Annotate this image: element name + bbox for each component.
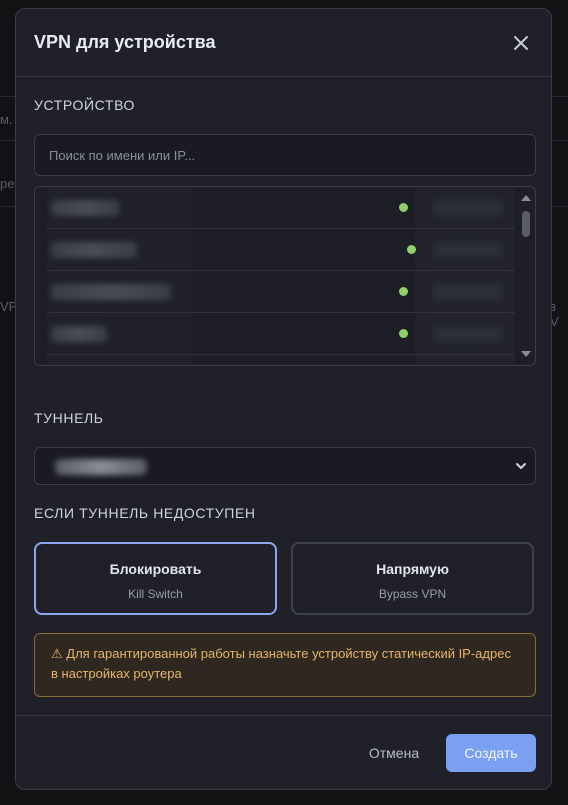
- scroll-up-arrow-icon[interactable]: [521, 195, 531, 201]
- chevron-down-icon: [516, 463, 526, 469]
- device-section-label: УСТРОЙСТВО: [34, 97, 136, 113]
- online-status-dot: [399, 287, 408, 296]
- fallback-section-label: ЕСЛИ ТУННЕЛЬ НЕДОСТУПЕН: [34, 505, 256, 521]
- device-name-redacted: [51, 326, 107, 342]
- device-list[interactable]: [34, 186, 536, 366]
- device-row[interactable]: [47, 313, 515, 355]
- static-ip-warning: ⚠ Для гарантированной работы назначьте у…: [34, 633, 536, 697]
- option-title: Напрямую: [376, 561, 449, 577]
- warning-icon: ⚠: [51, 646, 63, 661]
- device-name-redacted: [51, 200, 119, 216]
- device-row[interactable]: [47, 271, 515, 313]
- device-ip-redacted: [433, 242, 503, 258]
- device-name-redacted: [51, 242, 137, 258]
- device-name-redacted: [51, 284, 171, 300]
- option-title: Блокировать: [109, 561, 202, 577]
- scroll-down-arrow-icon[interactable]: [521, 351, 531, 357]
- dialog-footer: Отмена Создать: [16, 715, 551, 789]
- vpn-device-dialog: VPN для устройства УСТРОЙСТВО Поиск по и…: [15, 8, 552, 790]
- device-ip-redacted: [433, 200, 503, 216]
- device-ip-redacted: [433, 284, 503, 300]
- dialog-header: VPN для устройства: [16, 9, 551, 77]
- option-block-kill-switch[interactable]: Блокировать Kill Switch: [34, 542, 277, 615]
- online-status-dot: [399, 203, 408, 212]
- cancel-button[interactable]: Отмена: [356, 734, 432, 772]
- background-text: з V: [550, 299, 559, 329]
- background-text: ре: [0, 176, 15, 191]
- option-direct-bypass[interactable]: Напрямую Bypass VPN: [291, 542, 534, 615]
- close-button[interactable]: [509, 31, 533, 55]
- background-text: м.: [0, 112, 13, 127]
- online-status-dot: [399, 329, 408, 338]
- scroll-thumb[interactable]: [522, 211, 530, 237]
- device-list-scrollbar[interactable]: [519, 191, 533, 363]
- device-row[interactable]: [47, 187, 515, 229]
- close-icon: [514, 35, 528, 50]
- dialog-title: VPN для устройства: [34, 32, 216, 52]
- option-subtitle: Bypass VPN: [378, 587, 447, 601]
- device-row[interactable]: [47, 229, 515, 271]
- option-subtitle: Kill Switch: [128, 587, 183, 601]
- warning-text: Для гарантированной работы назначьте уст…: [51, 646, 511, 681]
- create-button[interactable]: Создать: [446, 734, 536, 772]
- tunnel-select[interactable]: [34, 447, 536, 485]
- device-ip-redacted: [433, 326, 503, 342]
- tunnel-value-redacted: [55, 459, 147, 475]
- device-search-input[interactable]: [34, 134, 536, 176]
- tunnel-section-label: ТУННЕЛЬ: [34, 410, 104, 426]
- online-status-dot: [407, 245, 416, 254]
